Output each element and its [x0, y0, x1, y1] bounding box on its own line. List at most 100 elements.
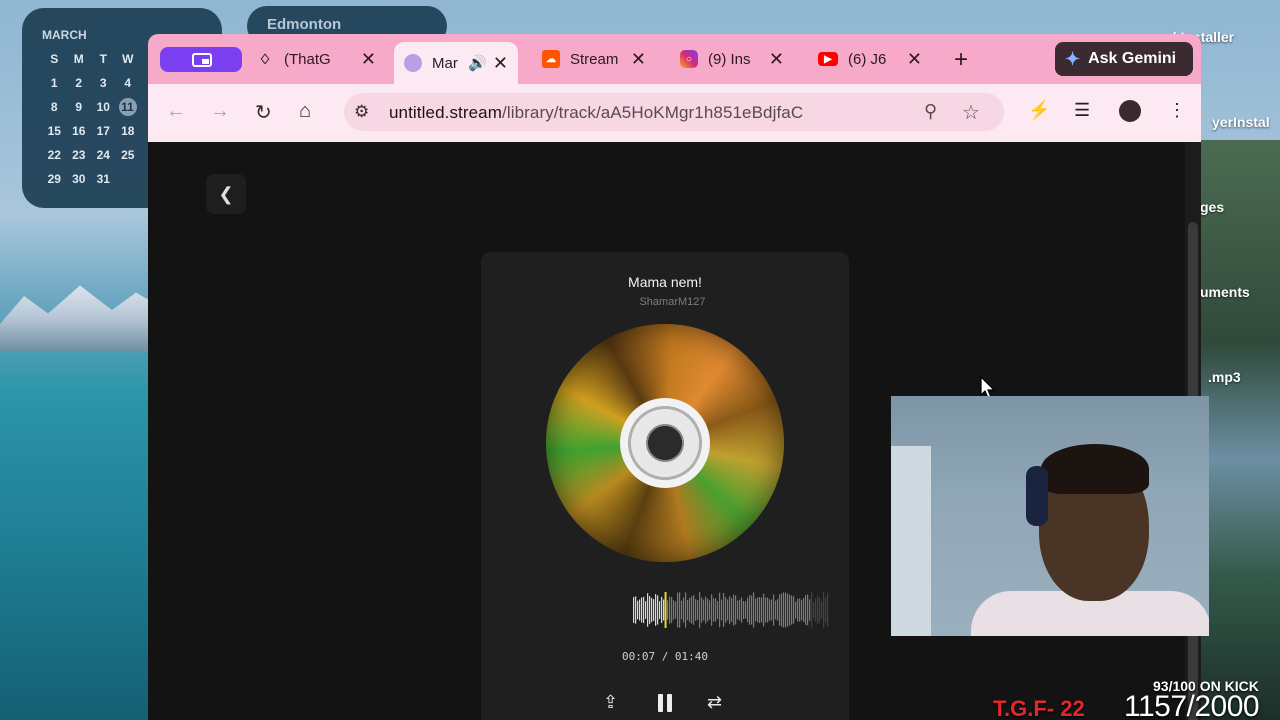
wallpaper-right-scene — [1198, 140, 1280, 720]
desktop-item-documents[interactable]: uments — [1200, 284, 1250, 300]
waveform-bar — [679, 592, 681, 628]
back-arrow-icon[interactable]: ← — [166, 100, 186, 123]
youtube-icon: ▶ — [818, 52, 838, 66]
waveform-bar — [815, 598, 817, 622]
waveform-bar — [647, 593, 649, 627]
waveform-scrubber[interactable] — [633, 592, 829, 628]
headphones — [1026, 466, 1048, 526]
menu-kebab-icon[interactable]: ⋮ — [1168, 100, 1186, 121]
waveform-bar — [689, 597, 691, 623]
screen-share-tab[interactable] — [160, 47, 242, 72]
site-settings-icon[interactable]: ⚙ — [354, 102, 369, 122]
weather-city: Edmonton — [267, 16, 342, 33]
track-artist[interactable]: ShamarM127 — [481, 296, 849, 308]
waveform-bar — [791, 595, 793, 625]
waveform-bar — [685, 592, 687, 628]
tab-label: (6) J6 — [848, 50, 887, 68]
waveform-bar — [691, 596, 693, 624]
repeat-icon[interactable]: ⇄ — [707, 692, 722, 713]
extension-icon[interactable]: ⚡ — [1028, 100, 1050, 121]
webcam-background-door — [891, 446, 931, 636]
waveform-bar — [719, 592, 721, 628]
weekday: W — [122, 52, 134, 66]
waveform-bar — [771, 599, 773, 621]
webcam-person-hair — [1041, 444, 1149, 494]
waveform-bar — [761, 597, 763, 623]
waveform-bar — [669, 596, 671, 624]
stream-counter: 1157/2000 — [1124, 690, 1260, 720]
share-icon[interactable]: ⇪ — [603, 692, 618, 713]
waveform-bar — [671, 597, 673, 623]
forward-arrow-icon[interactable]: → — [210, 100, 230, 123]
waveform-bar — [667, 600, 669, 620]
gemini-label: Ask Gemini — [1088, 50, 1177, 67]
pause-button[interactable] — [657, 694, 673, 712]
url-text[interactable]: untitled.stream/library/track/aA5HoKMgr1… — [389, 103, 803, 123]
home-icon[interactable]: ⌂ — [299, 100, 311, 123]
desktop-item-images[interactable]: ges — [1200, 199, 1224, 215]
speaker-icon[interactable]: 🔊 — [468, 54, 487, 72]
close-icon[interactable]: ✕ — [631, 49, 646, 70]
back-button[interactable]: ❮ — [206, 174, 246, 214]
time-display: 00:07 / 01:40 — [621, 650, 709, 663]
waveform-bar — [645, 601, 647, 619]
player-card: Mama nem! ShamarM127 00:07 / 01:40 ⇪ ⇄ — [481, 252, 849, 720]
waveform-bar — [641, 597, 643, 623]
soundcloud-icon: ☁ — [542, 50, 560, 68]
calendar-day: 24 — [96, 148, 110, 162]
waveform-bar — [681, 600, 683, 620]
calendar-day: 25 — [121, 148, 135, 162]
tab-soundcloud[interactable]: ☁ Stream ✕ — [542, 42, 656, 76]
waveform-bar — [697, 600, 699, 620]
waveform-bar — [823, 592, 825, 628]
bookmark-star-icon[interactable]: ☆ — [962, 100, 980, 125]
waveform-bar — [661, 596, 663, 624]
desktop-item-player-installer[interactable]: yerInstal — [1212, 114, 1270, 130]
calendar-day: 1 — [50, 76, 58, 90]
waveform-bar — [765, 597, 767, 623]
close-icon[interactable]: ✕ — [361, 49, 376, 70]
waveform-bar — [805, 595, 807, 625]
profile-avatar[interactable] — [1119, 100, 1141, 122]
tab-youtube[interactable]: ▶ (6) J6 ✕ — [818, 42, 932, 76]
waveform-bar — [825, 597, 827, 623]
waveform-bar — [633, 597, 635, 623]
close-icon[interactable]: ✕ — [907, 49, 922, 70]
desktop-item-mp3[interactable]: .mp3 — [1208, 369, 1241, 385]
tab-thatg[interactable]: ♢ (ThatG ✕ — [256, 42, 386, 76]
zoom-icon[interactable]: ⚲ — [924, 101, 937, 122]
calendar-day: 22 — [47, 148, 61, 162]
waveform-bar — [737, 600, 739, 620]
tab-instagram[interactable]: ○ (9) Ins ✕ — [680, 42, 794, 76]
waveform-bar — [793, 596, 795, 624]
waveform-bar — [775, 600, 777, 620]
waveform-bar — [707, 598, 709, 622]
new-tab-button[interactable]: + — [954, 46, 968, 74]
tab-label: (ThatG — [284, 50, 331, 68]
waveform-bar — [715, 598, 717, 622]
tab-untitled-stream[interactable]: Mar 🔊 ✕ — [394, 42, 518, 84]
waveform-bar — [821, 601, 823, 619]
waveform-bar — [693, 595, 695, 625]
reload-icon[interactable]: ↻ — [255, 100, 272, 125]
waveform-bar — [807, 594, 809, 626]
waveform-bar — [743, 601, 745, 619]
address-bar[interactable]: ⚙ untitled.stream/library/track/aA5HoKMg… — [344, 93, 1004, 131]
playhead[interactable] — [664, 592, 667, 628]
wallpaper-mountains — [0, 285, 160, 352]
waveform-bar — [749, 595, 751, 625]
ask-gemini-button[interactable]: ✦ Ask Gemini — [1055, 42, 1193, 76]
waveform-bar — [817, 596, 819, 624]
waveform-bar — [705, 596, 707, 624]
media-queue-icon[interactable]: ☰ — [1074, 100, 1090, 121]
waveform-bar — [699, 592, 701, 628]
waveform-bar — [713, 598, 715, 622]
waveform-bar — [813, 601, 815, 619]
close-icon[interactable]: ✕ — [493, 53, 508, 74]
chevron-left-icon: ❮ — [218, 183, 234, 204]
calendar-day: 10 — [96, 100, 110, 114]
close-icon[interactable]: ✕ — [769, 49, 784, 70]
waveform-bar — [677, 592, 679, 628]
calendar-day: 9 — [75, 100, 83, 114]
weekday: T — [99, 52, 107, 66]
